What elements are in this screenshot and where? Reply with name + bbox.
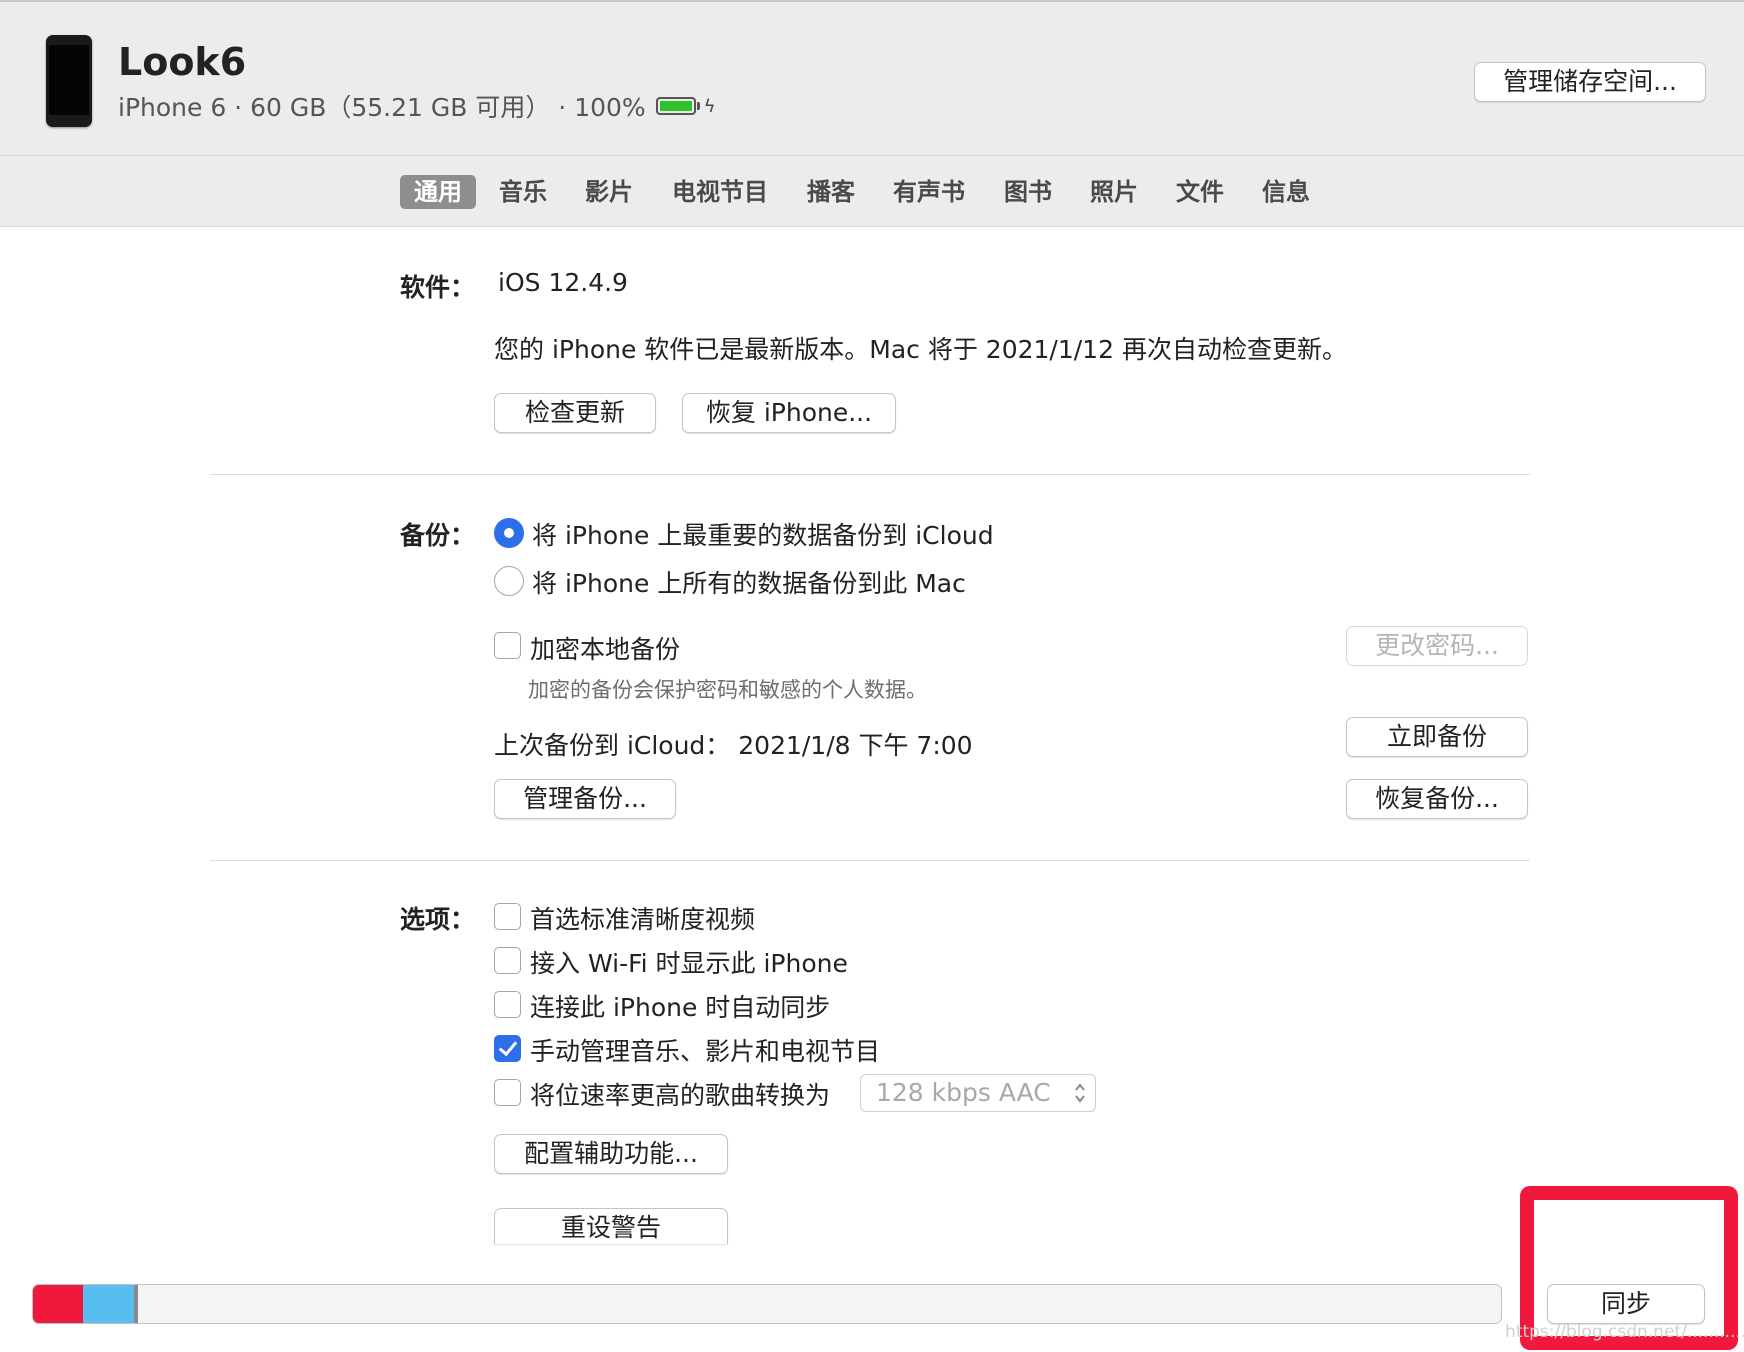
option-wifi-checkbox[interactable] <box>494 947 521 974</box>
bitrate-select[interactable]: 128 kbps AAC <box>860 1074 1096 1112</box>
tab-movies[interactable]: 影片 <box>571 175 647 209</box>
option-convert-bitrate-checkbox[interactable] <box>494 1079 521 1106</box>
section-divider <box>210 860 1530 861</box>
section-divider <box>210 474 1530 475</box>
storage-segment-gray <box>134 1285 138 1323</box>
backup-mac-radio[interactable] <box>494 566 524 596</box>
reset-warnings-button[interactable]: 重设警告 <box>494 1208 728 1244</box>
software-version: iOS 12.4.9 <box>498 268 628 297</box>
tab-messages[interactable]: 信息 <box>1248 175 1324 209</box>
tab-photos[interactable]: 照片 <box>1076 175 1152 209</box>
encrypt-backup-hint: 加密的备份会保护密码和敏感的个人数据。 <box>528 678 927 702</box>
option-convert-bitrate-label: 将位速率更高的歌曲转换为 <box>530 1081 831 1110</box>
storage-usage-bar <box>32 1284 1502 1324</box>
backup-mac-label: 将 iPhone 上所有的数据备份到此 Mac <box>532 569 966 598</box>
device-header: Look6 iPhone 6 · 60 GB（55.21 GB 可用） · 10… <box>0 0 1744 156</box>
bitrate-select-value: 128 kbps AAC <box>876 1078 1051 1107</box>
tab-audiobooks[interactable]: 有声书 <box>879 175 979 209</box>
battery-cap <box>696 102 700 110</box>
tab-books[interactable]: 图书 <box>990 175 1066 209</box>
option-manual-manage-checkbox[interactable] <box>494 1035 521 1062</box>
storage-segment-blue <box>83 1285 134 1323</box>
tab-music[interactable]: 音乐 <box>485 175 561 209</box>
encrypt-backup-label: 加密本地备份 <box>530 635 681 664</box>
last-backup-info: 上次备份到 iCloud： 2021/1/8 下午 7:00 <box>494 731 973 760</box>
manage-storage-button[interactable]: 管理储存空间... <box>1474 62 1706 102</box>
option-sd-video-label: 首选标准清晰度视频 <box>530 905 756 934</box>
check-update-button[interactable]: 检查更新 <box>494 393 656 433</box>
manage-backups-button[interactable]: 管理备份... <box>494 779 676 819</box>
option-wifi-label: 接入 Wi-Fi 时显示此 iPhone <box>530 949 848 978</box>
device-info-text: iPhone 6 · 60 GB（55.21 GB 可用） · 100% <box>118 93 646 122</box>
backup-now-button[interactable]: 立即备份 <box>1346 717 1528 757</box>
updown-chevron-icon <box>1075 1083 1085 1103</box>
charging-bolt-icon: ϟ <box>703 95 716 117</box>
tab-bar: 通用 音乐 影片 电视节目 播客 有声书 图书 照片 文件 信息 <box>0 156 1744 227</box>
tab-files[interactable]: 文件 <box>1162 175 1238 209</box>
options-label: 选项： <box>400 905 476 934</box>
backup-icloud-label: 将 iPhone 上最重要的数据备份到 iCloud <box>532 521 994 550</box>
battery-fill <box>659 101 692 111</box>
option-auto-sync-checkbox[interactable] <box>494 991 521 1018</box>
configure-accessibility-button[interactable]: 配置辅助功能... <box>494 1134 728 1174</box>
option-auto-sync-label: 连接此 iPhone 时自动同步 <box>530 993 831 1022</box>
storage-segment-red <box>33 1285 83 1323</box>
tab-podcasts[interactable]: 播客 <box>793 175 869 209</box>
encrypt-backup-checkbox[interactable] <box>494 632 521 659</box>
option-sd-video-checkbox[interactable] <box>494 903 521 930</box>
backup-icloud-radio[interactable] <box>494 518 524 548</box>
tab-general[interactable]: 通用 <box>400 175 476 209</box>
restore-iphone-button[interactable]: 恢复 iPhone... <box>682 393 896 433</box>
iphone-device-icon <box>46 35 92 127</box>
tab-tv-shows[interactable]: 电视节目 <box>658 175 782 209</box>
watermark: https://blog.csdn.net/...........s <box>1505 1322 1744 1342</box>
backup-label: 备份： <box>400 521 476 550</box>
software-status: 您的 iPhone 软件已是最新版本。Mac 将于 2021/1/12 再次自动… <box>494 335 1347 364</box>
change-password-button[interactable]: 更改密码... <box>1346 626 1528 666</box>
battery-icon <box>655 97 696 115</box>
restore-backup-button[interactable]: 恢复备份... <box>1346 779 1528 819</box>
software-label: 软件： <box>400 273 476 302</box>
device-info: iPhone 6 · 60 GB（55.21 GB 可用） · 100% ϟ <box>118 88 716 124</box>
device-name: Look6 <box>118 40 247 84</box>
option-manual-manage-label: 手动管理音乐、影片和电视节目 <box>530 1037 881 1066</box>
